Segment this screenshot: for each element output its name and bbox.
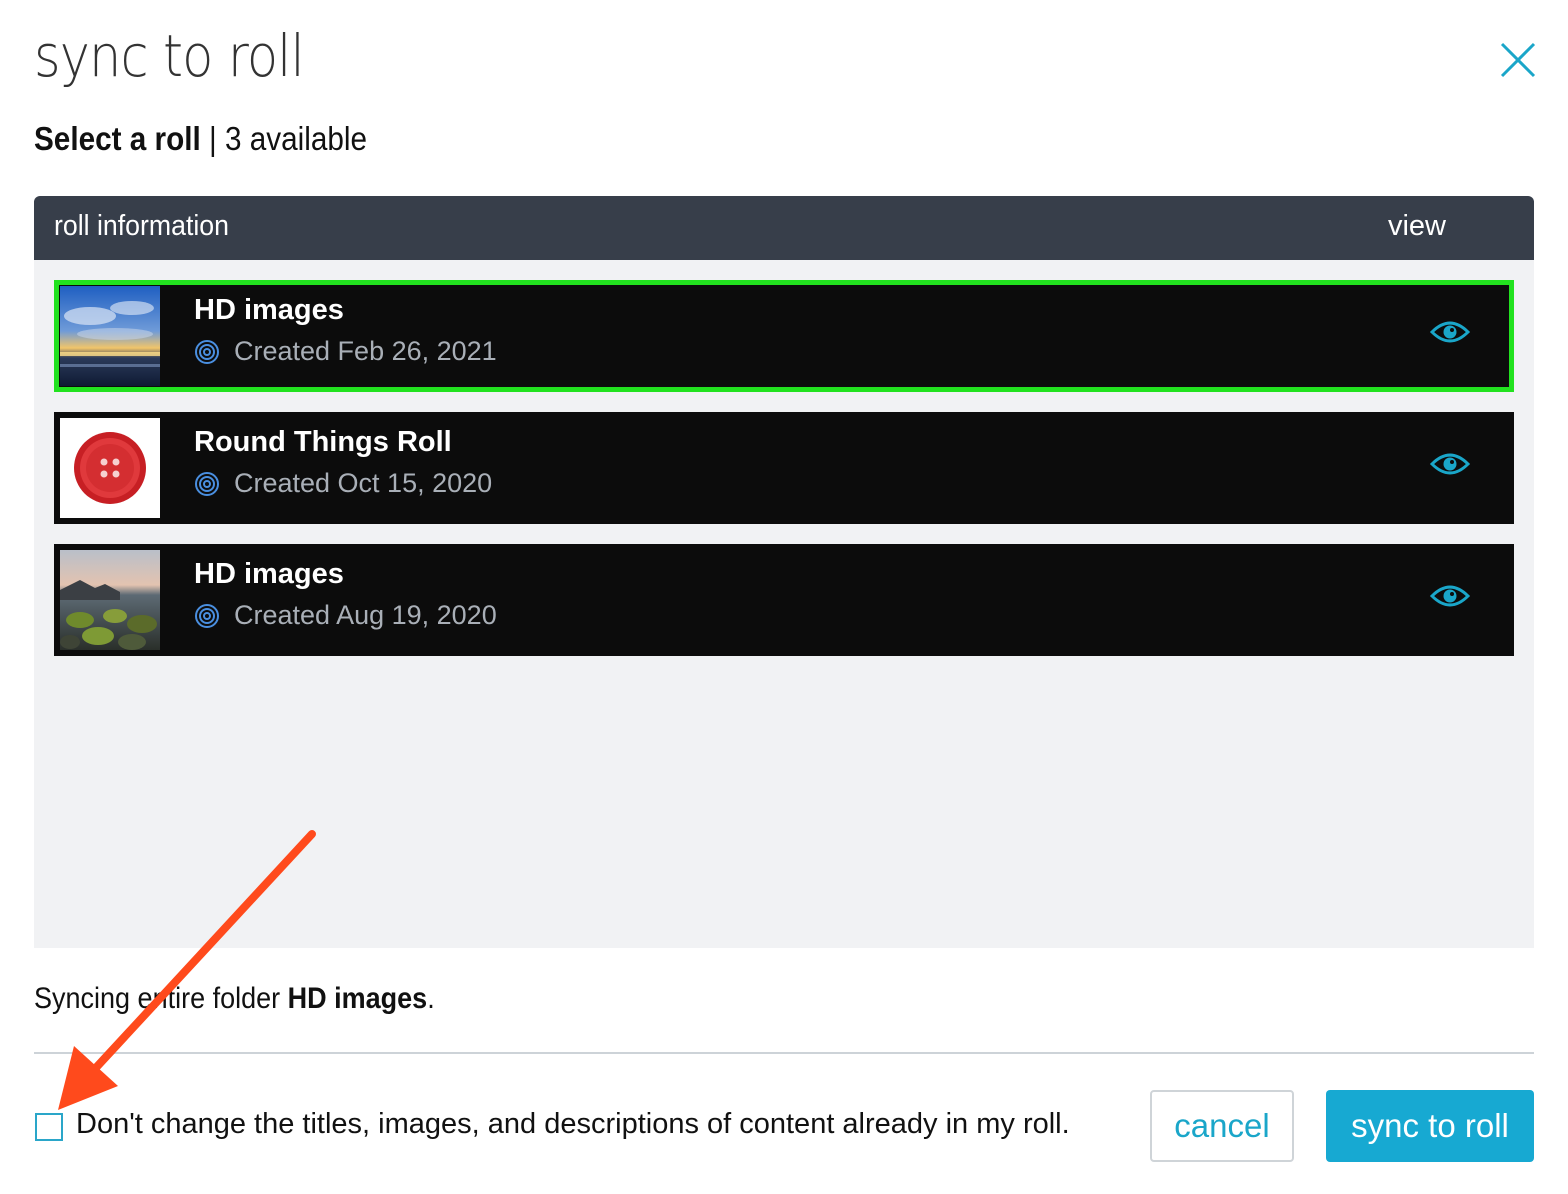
roll-row-3[interactable]: HD images Created Aug 19, 2020 [54, 544, 1514, 656]
spiral-icon [195, 339, 219, 364]
divider [34, 1052, 1534, 1054]
eye-icon [1429, 585, 1471, 607]
column-view: view [1387, 210, 1446, 242]
roll-created-date: Created Oct 15, 2020 [234, 468, 493, 498]
roll-meta: Created Aug 19, 2020 [194, 600, 497, 631]
roll-meta: Created Feb 26, 2021 [194, 336, 497, 367]
sync-note-suffix: . [427, 982, 435, 1015]
separator: | [200, 120, 225, 157]
cancel-button[interactable]: cancel [1150, 1090, 1294, 1162]
close-button[interactable] [1496, 38, 1540, 82]
spiral-icon [195, 471, 219, 496]
roll-count-heading: Select a roll | 3 available [34, 120, 367, 158]
roll-name: HD images [194, 558, 344, 590]
column-roll-information: roll information [54, 210, 229, 242]
close-icon [1500, 42, 1536, 78]
eye-icon [1429, 321, 1471, 343]
available-count: 3 available [224, 120, 367, 157]
roll-created-date: Created Feb 26, 2021 [234, 336, 497, 366]
dialog-title: sync to roll [34, 22, 305, 90]
roll-name: HD images [194, 294, 344, 326]
spiral-icon [195, 603, 219, 628]
sync-note-prefix: Syncing entire folder [34, 982, 288, 1015]
sync-folder-note: Syncing entire folder HD images. [34, 982, 435, 1016]
roll-table: roll information view HD images Created … [34, 196, 1534, 948]
roll-created-date: Created Aug 19, 2020 [234, 600, 497, 630]
eye-icon [1429, 453, 1471, 475]
roll-name: Round Things Roll [194, 426, 452, 458]
rocky-beach-thumbnail [60, 550, 160, 650]
sky-sunset-thumbnail [60, 286, 160, 386]
table-header: roll information view [34, 196, 1534, 260]
select-roll-label: Select a roll [34, 120, 201, 157]
sync-folder-name: HD images [287, 982, 428, 1015]
dont-change-content-label[interactable]: Don't change the titles, images, and des… [76, 1108, 1070, 1141]
roll-meta: Created Oct 15, 2020 [194, 468, 492, 499]
view-roll-button[interactable] [1429, 450, 1471, 478]
roll-row-1[interactable]: HD images Created Feb 26, 2021 [54, 280, 1514, 392]
sync-to-roll-button[interactable]: sync to roll [1326, 1090, 1534, 1162]
view-roll-button[interactable] [1429, 318, 1471, 346]
dont-change-content-checkbox[interactable] [35, 1113, 63, 1141]
red-button-thumbnail [60, 418, 160, 518]
view-roll-button[interactable] [1429, 582, 1471, 610]
roll-row-2[interactable]: Round Things Roll Created Oct 15, 2020 [54, 412, 1514, 524]
